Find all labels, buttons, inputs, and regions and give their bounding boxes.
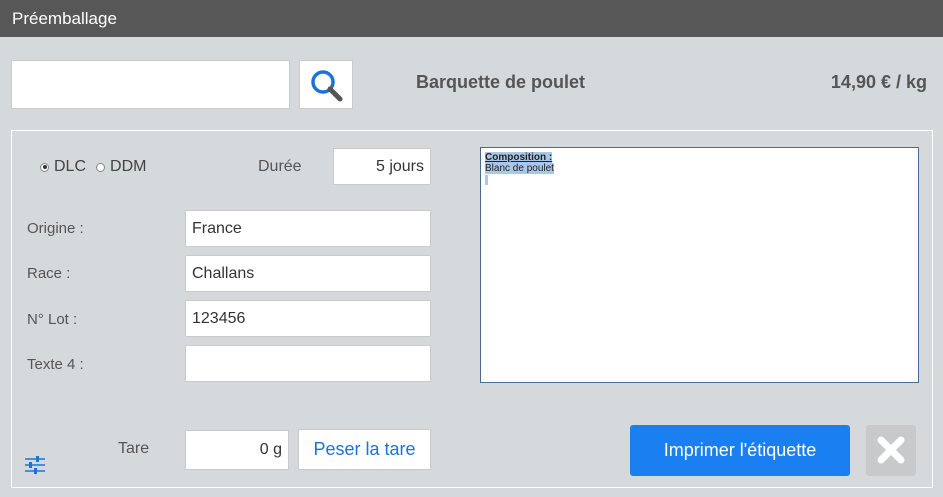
sliders-icon xyxy=(25,456,45,474)
cancel-button[interactable] xyxy=(866,425,916,476)
search-button[interactable] xyxy=(299,60,353,109)
window-title: Préemballage xyxy=(0,0,943,37)
radio-ddm-label: DDM xyxy=(110,158,147,175)
radio-dot-dlc xyxy=(40,162,49,172)
weigh-tare-button[interactable]: Peser la tare xyxy=(298,429,431,470)
texte4-field[interactable] xyxy=(185,345,431,382)
text-cursor xyxy=(485,175,488,185)
origine-field[interactable] xyxy=(185,210,431,247)
date-type-selector: DLC DDM xyxy=(40,158,156,176)
radio-dlc[interactable]: DLC xyxy=(40,158,86,176)
composition-textarea[interactable]: Composition : Blanc de poulet xyxy=(480,147,919,383)
texte4-label: Texte 4 : xyxy=(27,356,84,373)
duration-field[interactable] xyxy=(333,148,431,185)
radio-ddm[interactable]: DDM xyxy=(96,158,146,176)
composition-title: Composition : xyxy=(485,152,553,163)
settings-button[interactable] xyxy=(23,453,47,482)
lot-label: N° Lot : xyxy=(27,311,78,328)
lot-field[interactable] xyxy=(185,300,431,337)
race-label: Race : xyxy=(27,265,71,282)
radio-dlc-label: DLC xyxy=(54,158,87,175)
tare-label: Tare xyxy=(118,440,150,457)
search-input[interactable] xyxy=(11,60,290,109)
print-label-button[interactable]: Imprimer l'étiquette xyxy=(630,425,850,476)
race-field[interactable] xyxy=(185,255,431,292)
search-icon xyxy=(311,70,343,102)
product-price: 14,90 € / kg xyxy=(830,72,927,92)
composition-text: Blanc de poulet xyxy=(485,163,554,174)
origine-label: Origine : xyxy=(27,220,84,237)
close-icon xyxy=(877,436,905,464)
tare-field[interactable] xyxy=(185,430,289,470)
product-name: Barquette de poulet xyxy=(416,72,586,92)
duration-label: Durée xyxy=(258,158,302,175)
radio-dot-ddm xyxy=(96,162,106,172)
